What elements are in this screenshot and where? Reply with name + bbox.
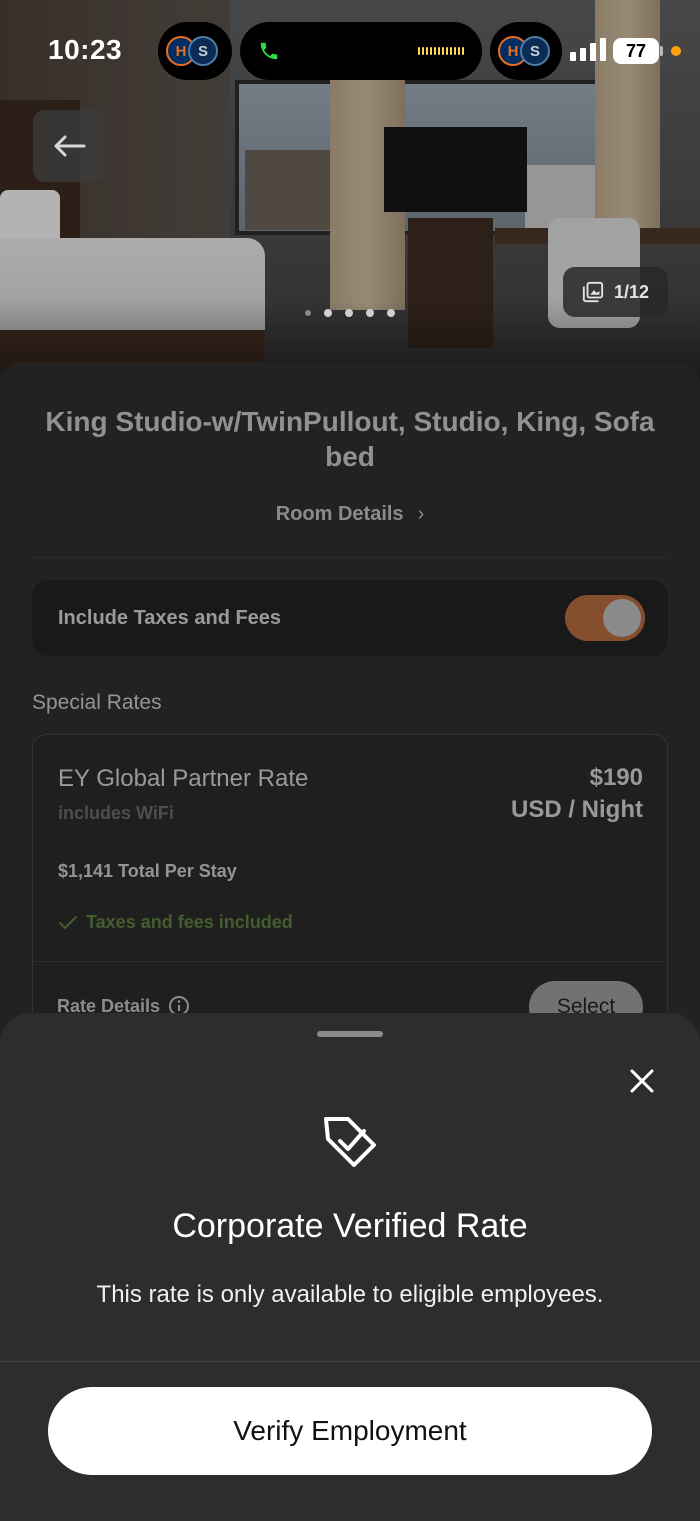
close-icon	[630, 1069, 654, 1093]
audio-waveform-icon	[418, 47, 464, 55]
close-button[interactable]	[622, 1061, 662, 1101]
include-taxes-label: Include Taxes and Fees	[58, 607, 282, 629]
room-details-link[interactable]: Room Details ›	[0, 503, 700, 526]
rate-taxes-text: Taxes and fees included	[86, 912, 293, 932]
carousel-dot[interactable]	[324, 309, 332, 317]
divider	[0, 1361, 700, 1362]
phone-icon	[258, 38, 280, 64]
battery-icon: 77	[613, 38, 659, 64]
status-time: 10:23	[48, 34, 123, 65]
mic-indicator-dot	[671, 46, 681, 56]
special-rates-heading: Special Rates	[32, 691, 162, 714]
corporate-rate-sheet: Corporate Verified Rate This rate is onl…	[0, 1013, 700, 1521]
divider	[32, 557, 668, 558]
carousel-dot[interactable]	[387, 309, 395, 317]
rate-taxes-note: Taxes and fees included	[58, 912, 293, 933]
verify-employment-button[interactable]: Verify Employment	[48, 1387, 652, 1475]
sheet-drag-handle[interactable]	[317, 1031, 383, 1037]
rate-name: EY Global Partner Rate	[58, 765, 309, 792]
rate-card[interactable]: EY Global Partner Rate includes WiFi $19…	[32, 734, 668, 1034]
photo-count-text: 1/12	[613, 281, 650, 302]
chevron-right-icon: ›	[417, 503, 425, 525]
gallery-icon	[582, 281, 604, 303]
sheet-description: This rate is only available to eligible …	[96, 1281, 604, 1308]
carousel-dot[interactable]	[366, 309, 374, 317]
divider	[33, 961, 667, 962]
include-taxes-toggle[interactable]	[565, 595, 645, 641]
photo-count-badge[interactable]: 1/12	[563, 267, 668, 317]
include-taxes-row: Include Taxes and Fees	[32, 580, 668, 656]
verified-tag-icon	[324, 1117, 376, 1167]
back-button[interactable]	[33, 110, 105, 182]
dynamic-island-call[interactable]	[240, 22, 482, 80]
arrow-left-icon	[54, 135, 86, 157]
live-activity-right[interactable]: H S	[490, 22, 562, 80]
mariners-logo-icon: S	[188, 36, 218, 66]
status-bar: 10:23 H S H S 77	[0, 0, 700, 100]
cellular-signal-icon	[570, 38, 606, 61]
rate-price-amount: $190	[589, 764, 643, 791]
rate-price: $190 USD / Night	[511, 762, 643, 826]
carousel-dots[interactable]	[305, 309, 395, 317]
carousel-dot[interactable]	[345, 309, 353, 317]
rate-includes: includes WiFi	[58, 803, 174, 823]
battery-cap	[660, 46, 663, 56]
mariners-logo-icon: S	[520, 36, 550, 66]
checkmark-icon	[59, 915, 77, 929]
sheet-title: Corporate Verified Rate	[172, 1207, 528, 1245]
rate-price-unit: USD / Night	[511, 796, 643, 823]
toggle-knob	[603, 599, 641, 637]
carousel-dot[interactable]	[305, 310, 311, 316]
rate-total: $1,141 Total Per Stay	[58, 861, 237, 881]
room-title: King Studio-w/TwinPullout, Studio, King,…	[45, 406, 655, 472]
room-details-label: Room Details	[275, 503, 404, 525]
live-activity-left[interactable]: H S	[158, 22, 232, 80]
